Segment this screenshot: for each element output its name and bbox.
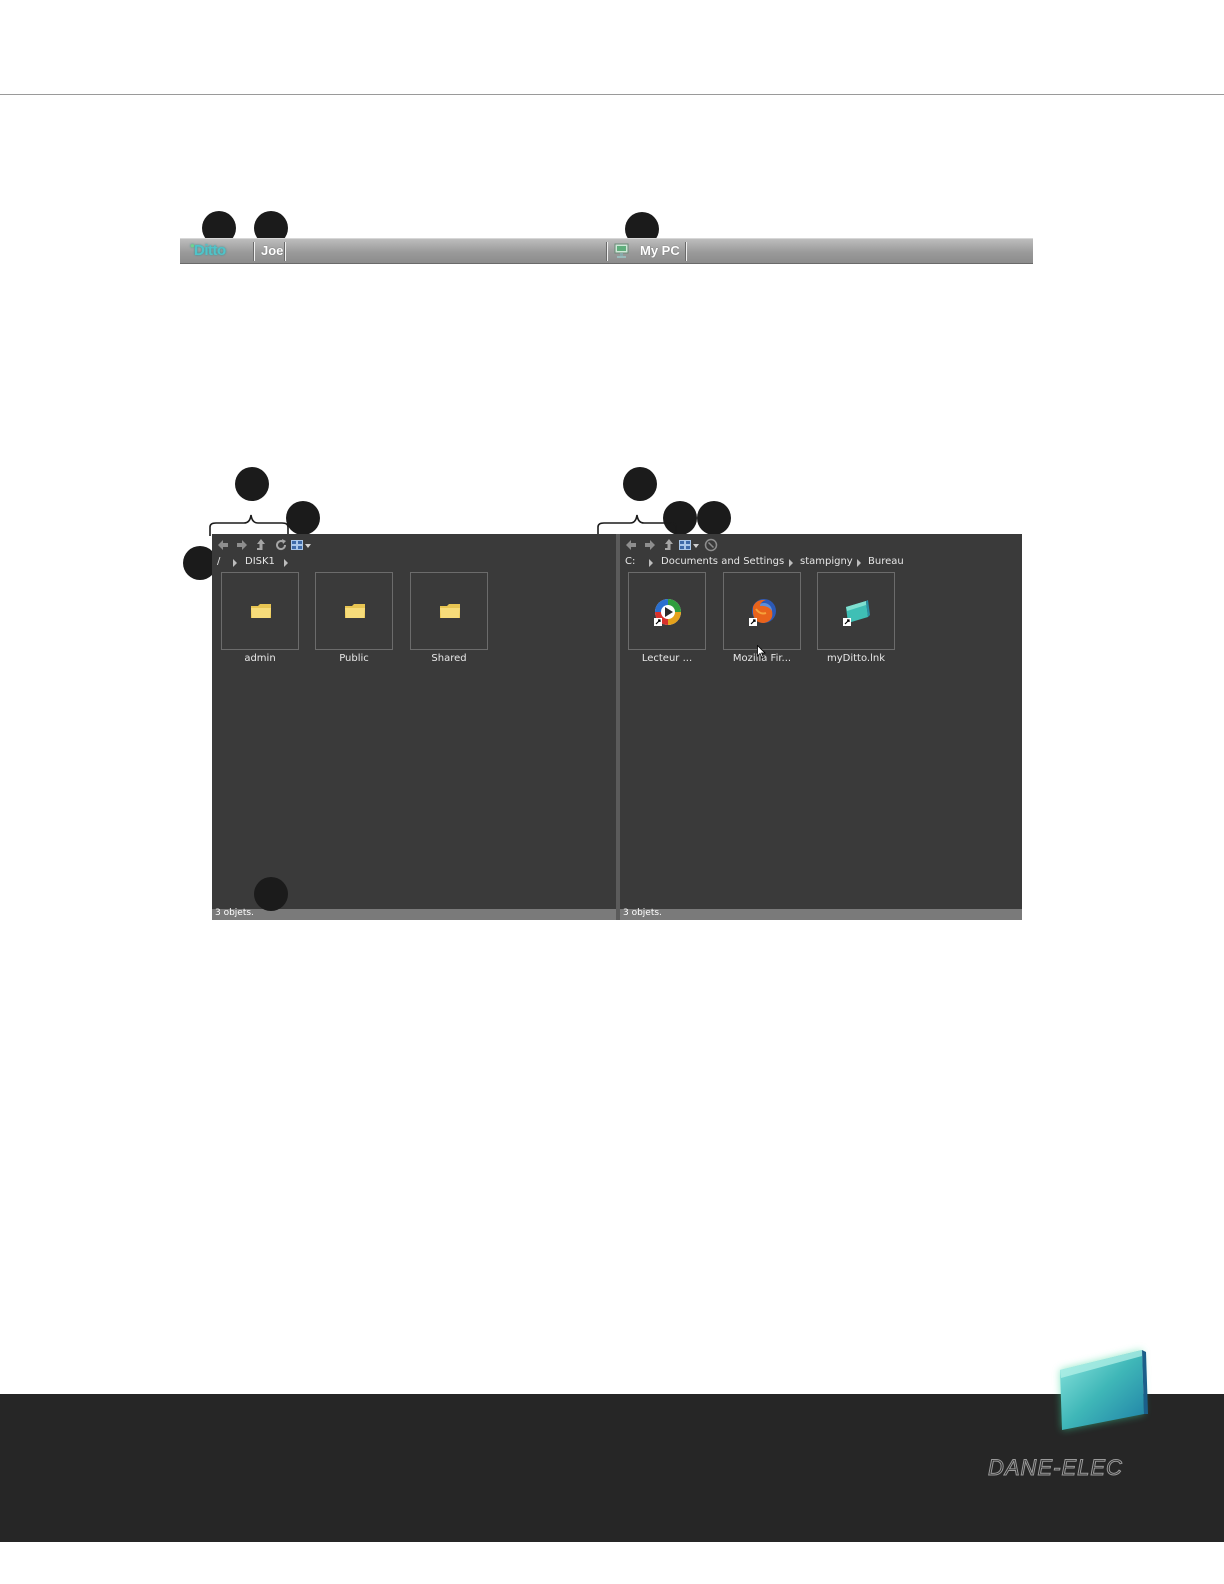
separator (685, 242, 687, 261)
up-arrow-icon[interactable] (662, 538, 676, 552)
shortcut-tile-media-player[interactable] (628, 572, 706, 650)
breadcrumb-item[interactable]: Documents and Settings (661, 556, 784, 567)
stop-icon[interactable] (704, 538, 718, 552)
folder-icon (440, 604, 460, 618)
my-pc-button[interactable]: My PC (640, 243, 680, 258)
right-status-bar: 3 objets. (620, 908, 1022, 920)
mouse-cursor-icon (757, 645, 766, 659)
media-player-shortcut-icon (654, 599, 681, 626)
breadcrumb-arrow-icon[interactable] (857, 559, 861, 567)
refresh-icon[interactable] (274, 538, 288, 552)
dane-elec-logo-icon (1060, 1350, 1148, 1430)
folder-icon (345, 604, 365, 618)
right-pane: C: Documents and Settings stampigny Bure… (620, 534, 1022, 920)
shortcut-label: Lecteur ... (641, 653, 693, 664)
computer-icon[interactable] (614, 243, 629, 259)
folder-tile-public[interactable] (315, 572, 393, 650)
folder-label: admin (244, 653, 276, 664)
status-text: 3 objets. (623, 908, 662, 918)
separator (284, 242, 286, 261)
shortcut-label: myDitto.lnk (826, 653, 885, 664)
left-pane: / DISK1 admin Public Shared 3 objets. (212, 534, 616, 920)
top-bar: ● Ditto Joe My PC (180, 238, 1033, 264)
breadcrumb-arrow-icon[interactable] (789, 559, 793, 567)
callout-marker (697, 501, 731, 535)
status-text: 3 objets. (215, 908, 254, 918)
back-arrow-icon[interactable] (216, 538, 230, 552)
firefox-shortcut-icon (749, 599, 776, 626)
breadcrumb-arrow-icon[interactable] (233, 559, 237, 567)
breadcrumb-arrow-icon[interactable] (649, 559, 653, 567)
folder-label: Shared (431, 653, 467, 664)
breadcrumb-item[interactable]: C: (625, 556, 635, 567)
shortcut-tile-firefox[interactable] (723, 572, 801, 650)
back-arrow-icon[interactable] (624, 538, 638, 552)
breadcrumb-arrow-icon[interactable] (284, 559, 288, 567)
view-mode-icon[interactable] (678, 538, 700, 552)
separator (253, 242, 255, 261)
shortcut-tile-myditto[interactable] (817, 572, 895, 650)
ditto-shortcut-icon (843, 600, 870, 626)
breadcrumb-item[interactable]: stampigny (800, 556, 853, 567)
brace-left (209, 514, 289, 536)
callout-marker (254, 877, 288, 911)
folder-icon (251, 604, 271, 618)
callout-marker (623, 467, 657, 501)
callout-marker (286, 501, 320, 535)
forward-arrow-icon[interactable] (235, 538, 249, 552)
breadcrumb-item[interactable]: Bureau (868, 556, 904, 567)
view-mode-icon[interactable] (290, 538, 312, 552)
ditto-logo-text: Ditto (194, 242, 226, 259)
separator (606, 242, 608, 261)
breadcrumb-item[interactable]: DISK1 (245, 556, 275, 567)
file-browser: / DISK1 admin Public Shared 3 objets. C:… (212, 534, 1022, 920)
folder-label: Public (339, 653, 369, 664)
ditto-logo[interactable]: ● Ditto (190, 241, 226, 259)
brand-name: DANE-ELEC (988, 1455, 1123, 1481)
user-name-button[interactable]: Joe (261, 243, 283, 258)
callout-marker (235, 467, 269, 501)
top-rule (0, 94, 1224, 95)
up-arrow-icon[interactable] (254, 538, 268, 552)
brace-right (597, 514, 677, 536)
forward-arrow-icon[interactable] (643, 538, 657, 552)
breadcrumb-item[interactable]: / (217, 556, 220, 567)
folder-tile-admin[interactable] (221, 572, 299, 650)
leaf-icon: ● (190, 241, 195, 250)
folder-tile-shared[interactable] (410, 572, 488, 650)
